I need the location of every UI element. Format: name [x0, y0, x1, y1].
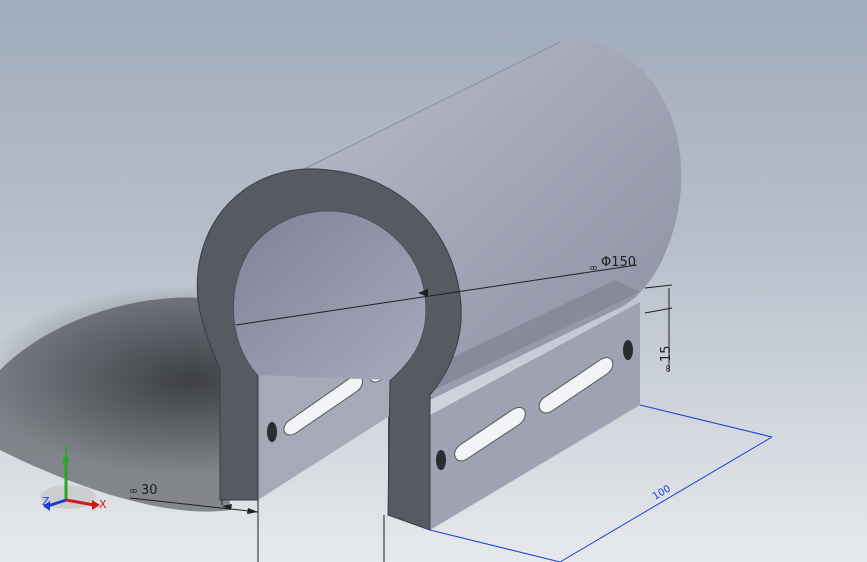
hole	[436, 450, 446, 470]
triad-y-label: Y	[62, 444, 70, 457]
dimension-width-text: 30	[141, 483, 158, 498]
dimension-icon: ꝏ	[664, 365, 672, 372]
hole	[623, 340, 633, 360]
dimension-height-text: 15	[659, 345, 674, 362]
dimension-length-text: 100	[651, 483, 673, 502]
graphics-viewport[interactable]: ꝏ Φ150 ꝏ 15 ꝏ 30 100 Y X Z	[0, 0, 867, 562]
dimension-icon: ꝏ	[590, 264, 597, 272]
3d-model-view[interactable]: ꝏ Φ150 ꝏ 15 ꝏ 30 100 Y X Z	[0, 0, 867, 562]
triad-x-label: X	[99, 498, 107, 511]
dimension-icon: ꝏ	[130, 487, 137, 495]
dimension-diameter-text: Φ150	[601, 255, 636, 270]
triad-z-label: Z	[42, 495, 50, 508]
dimension-height[interactable]: ꝏ 15	[644, 284, 674, 372]
hole	[267, 422, 277, 442]
